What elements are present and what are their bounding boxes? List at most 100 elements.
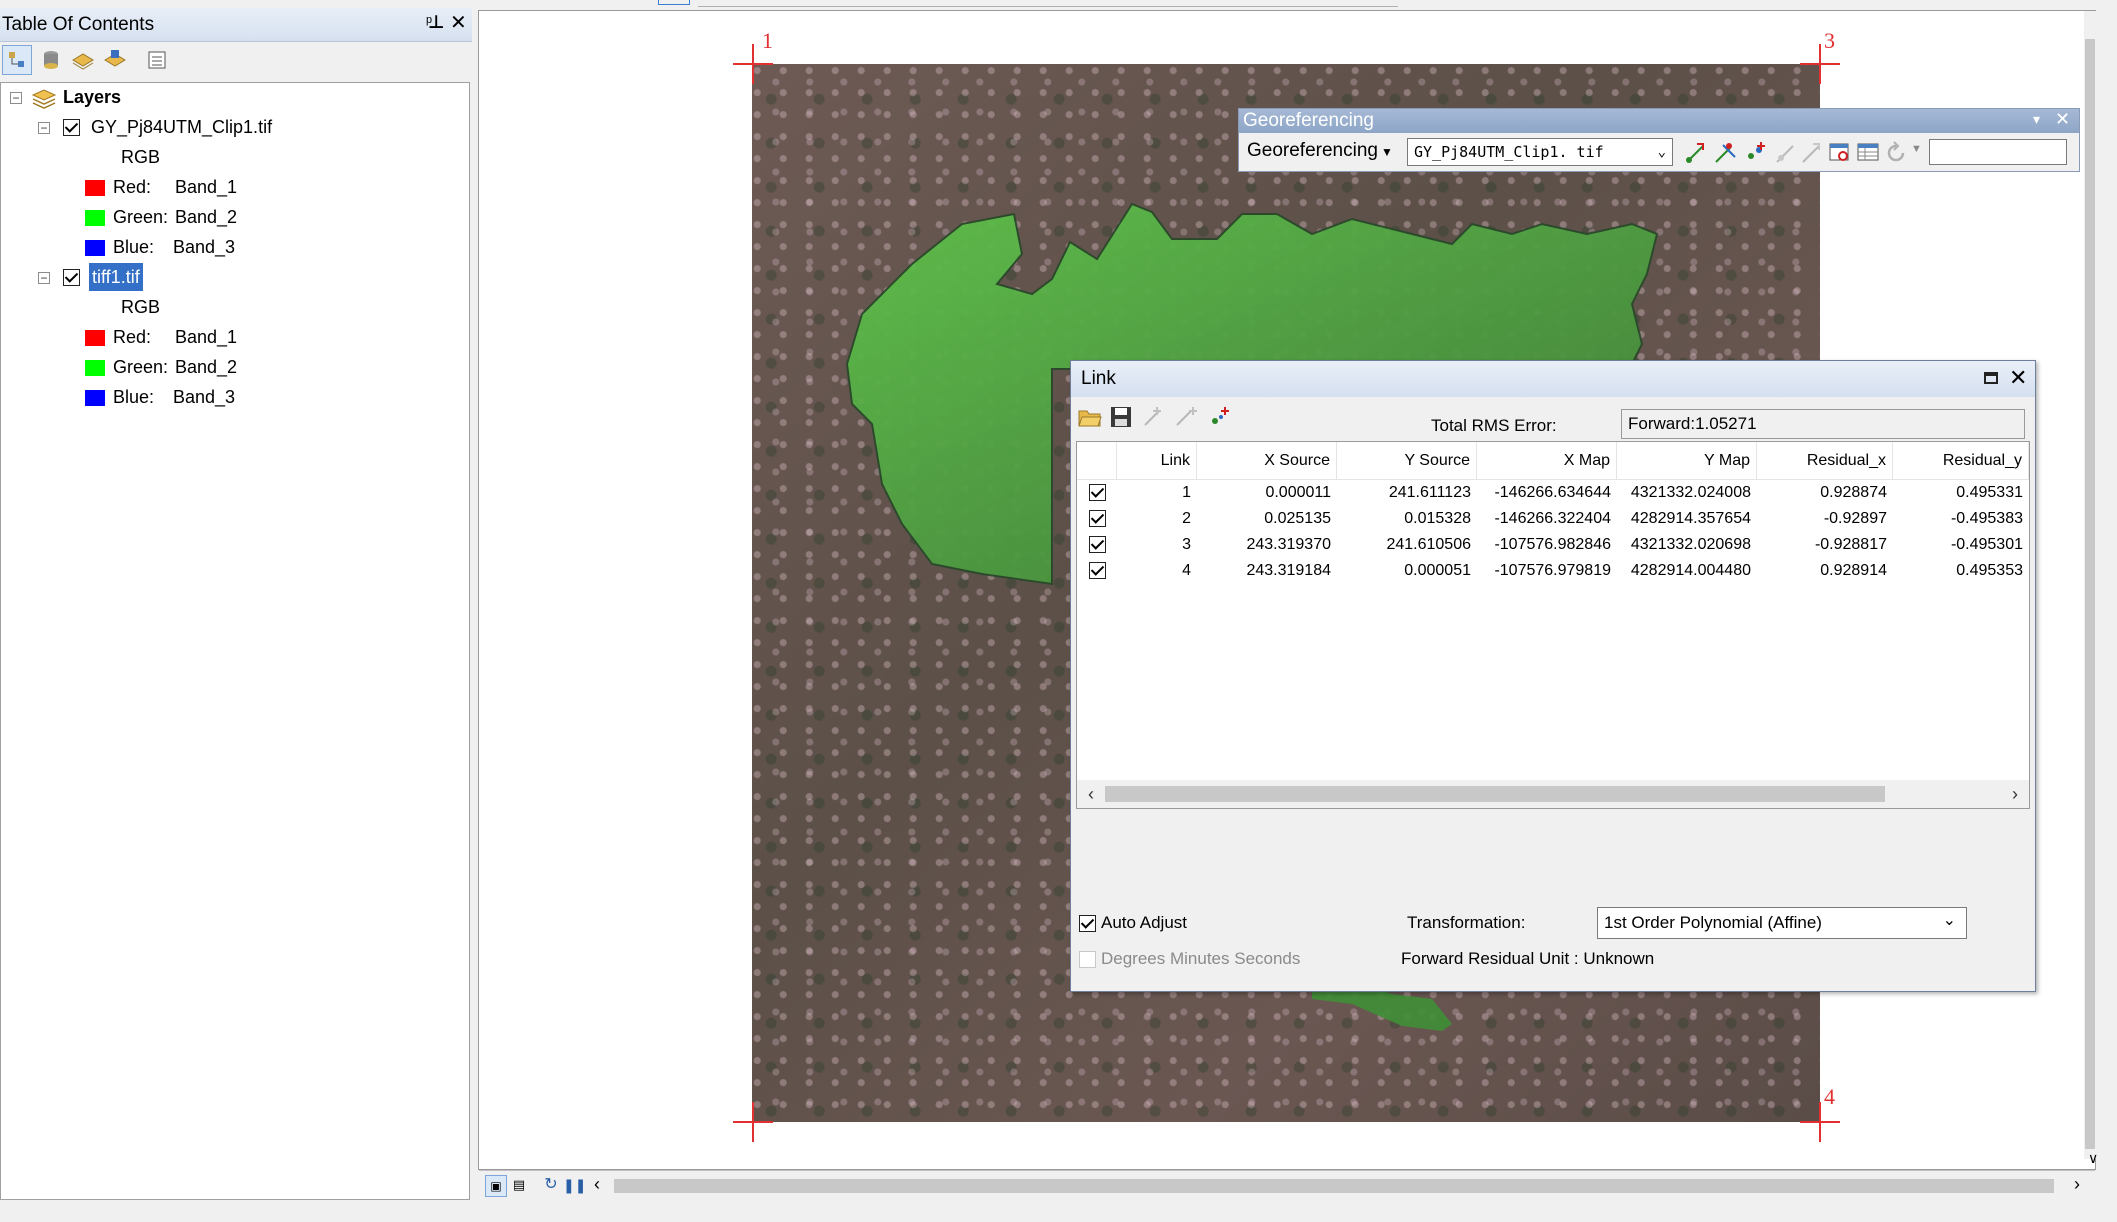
pause-icon[interactable]: ❚❚: [563, 1175, 586, 1195]
options-icon[interactable]: [142, 45, 172, 75]
table-hscroll[interactable]: ‹ ›: [1077, 780, 2029, 808]
georeferencing-menu-button[interactable]: Georeferencing ▼: [1247, 136, 1393, 166]
scroll-left-icon[interactable]: ‹: [587, 1174, 607, 1196]
table-cell: 4: [1182, 562, 1191, 579]
list-by-drawing-order-icon[interactable]: [2, 45, 32, 75]
zoom-to-selected-link-icon: [1802, 143, 1820, 163]
scroll-left-icon[interactable]: ‹: [1079, 782, 1103, 806]
collapse-layer-icon[interactable]: −: [38, 122, 50, 134]
map-vscroll[interactable]: [2084, 11, 2096, 1159]
viewer-icon[interactable]: [1827, 140, 1853, 166]
rotation-input[interactable]: [1929, 139, 2067, 165]
open-folder-icon[interactable]: [1077, 405, 1103, 429]
auto-adjust-label[interactable]: Auto Adjust: [1101, 910, 1187, 936]
column-header[interactable]: X Source: [1197, 442, 1337, 480]
control-point-label: 3: [1824, 28, 1835, 53]
column-header[interactable]: Y Map: [1617, 442, 1757, 480]
link-row-checkbox[interactable]: [1089, 562, 1106, 579]
toolbar-close-icon[interactable]: ✕: [2055, 109, 2070, 130]
layer-visibility-checkbox[interactable]: [63, 269, 80, 286]
table-cell: 0.928914: [1820, 562, 1887, 579]
close-icon[interactable]: ✕: [450, 10, 467, 35]
data-view-icon[interactable]: ▣: [485, 1175, 507, 1197]
view-link-table-icon[interactable]: [1855, 140, 1881, 166]
add-link-icon[interactable]: [1207, 405, 1233, 429]
layer-select[interactable]: GY_Pj84UTM_Clip1. tif ⌄: [1407, 138, 1673, 166]
table-cell: 0.015328: [1404, 510, 1471, 527]
collapse-layer-icon[interactable]: −: [38, 272, 50, 284]
rms-label: Total RMS Error:: [1431, 416, 1557, 435]
layout-view-icon[interactable]: ▤: [509, 1175, 529, 1195]
scroll-right-icon[interactable]: ›: [2067, 1174, 2087, 1196]
layers-root-label[interactable]: Layers: [63, 83, 121, 111]
table-cell: -0.495301: [1950, 536, 2023, 553]
georef-menu-label: Georeferencing: [1247, 140, 1378, 161]
auto-registration-icon[interactable]: [1713, 140, 1739, 166]
table-cell: 243.319184: [1246, 562, 1331, 579]
map-hscroll-thumb[interactable]: [614, 1179, 2054, 1193]
red-swatch: [85, 330, 105, 346]
column-header[interactable]: Residual_y: [1893, 442, 2029, 480]
column-header[interactable]: Residual_x: [1757, 442, 1893, 480]
control-point-label: 4: [1824, 1084, 1835, 1109]
georeferencing-toolbar: Georeferencing ▾ ✕ Georeferencing ▼ GY_Pj…: [1238, 108, 2080, 172]
table-cell: -107576.982846: [1494, 536, 1611, 553]
refresh-icon[interactable]: ↻: [541, 1175, 561, 1195]
table-cell: 4321332.024008: [1630, 484, 1751, 501]
band-label: Red:: [113, 177, 152, 197]
scroll-down-icon[interactable]: ∨: [2088, 1150, 2098, 1167]
column-header[interactable]: Link: [1117, 442, 1197, 480]
maximize-icon[interactable]: [1984, 372, 1998, 384]
table-cell: 0.495331: [1956, 484, 2023, 501]
green-swatch: [85, 210, 105, 226]
close-icon[interactable]: ✕: [2009, 365, 2027, 391]
column-header[interactable]: Y Source: [1337, 442, 1477, 480]
checkbox-column-header: [1077, 442, 1117, 480]
table-cell: -0.928817: [1814, 536, 1887, 553]
chevron-down-icon: ⌄: [1942, 912, 1956, 929]
band-value: Band_2: [175, 207, 238, 227]
list-by-visibility-icon[interactable]: [68, 45, 98, 75]
list-by-source-icon[interactable]: [36, 45, 66, 75]
layer-tree: − Layers − GY_Pj84UTM_Clip1.tif RGB Red:…: [0, 82, 470, 1200]
map-vscroll-thumb[interactable]: [2085, 39, 2095, 1149]
table-cell: 1: [1182, 484, 1191, 501]
toolbar-menu-icon[interactable]: ▾: [2033, 111, 2040, 128]
transformation-select[interactable]: 1st Order Polynomial (Affine) ⌄: [1597, 907, 1967, 939]
toc-title: Table Of Contents: [2, 14, 155, 35]
layer-name-selected[interactable]: tiff1.tif: [89, 263, 143, 291]
multiple-points-icon[interactable]: [1743, 140, 1769, 166]
link-title: Link: [1081, 368, 1116, 389]
link-row-checkbox[interactable]: [1089, 484, 1106, 501]
auto-adjust-checkbox[interactable]: [1079, 915, 1096, 932]
delete-link-icon: [1144, 407, 1161, 426]
table-cell: -146266.634644: [1494, 484, 1611, 501]
top-divider: [698, 0, 1398, 7]
column-header[interactable]: X Map: [1477, 442, 1617, 480]
band-value: Band_2: [175, 357, 238, 377]
list-by-selection-icon[interactable]: [100, 45, 130, 75]
link-row-checkbox[interactable]: [1089, 510, 1106, 527]
render-label: RGB: [121, 297, 161, 317]
add-control-points-icon[interactable]: [1683, 140, 1709, 166]
table-cell: 2: [1182, 510, 1191, 527]
pin-glyph-icon[interactable]: ⊥: [428, 12, 444, 33]
layer-name[interactable]: GY_Pj84UTM_Clip1.tif: [91, 113, 272, 141]
band-label: Green:: [113, 207, 169, 227]
collapse-layers-icon[interactable]: −: [10, 92, 22, 104]
table-cell: -146266.322404: [1494, 510, 1611, 527]
table-cell: 241.611123: [1388, 484, 1471, 501]
delete-all-links-icon: [1176, 407, 1197, 426]
layer-visibility-checkbox[interactable]: [63, 119, 80, 136]
table-cell: 0.000011: [1265, 484, 1331, 501]
render-label: RGB: [121, 147, 161, 167]
link-row-checkbox[interactable]: [1089, 536, 1106, 553]
control-point-2[interactable]: [733, 1102, 773, 1142]
save-icon[interactable]: [1109, 405, 1133, 429]
table-cell: 243.319370: [1246, 536, 1331, 553]
table-hscroll-thumb[interactable]: [1105, 786, 1885, 802]
table-cell: 3: [1182, 536, 1191, 553]
blue-swatch: [85, 240, 105, 256]
band-label: Blue:: [113, 387, 155, 407]
scroll-right-icon[interactable]: ›: [2003, 782, 2027, 806]
